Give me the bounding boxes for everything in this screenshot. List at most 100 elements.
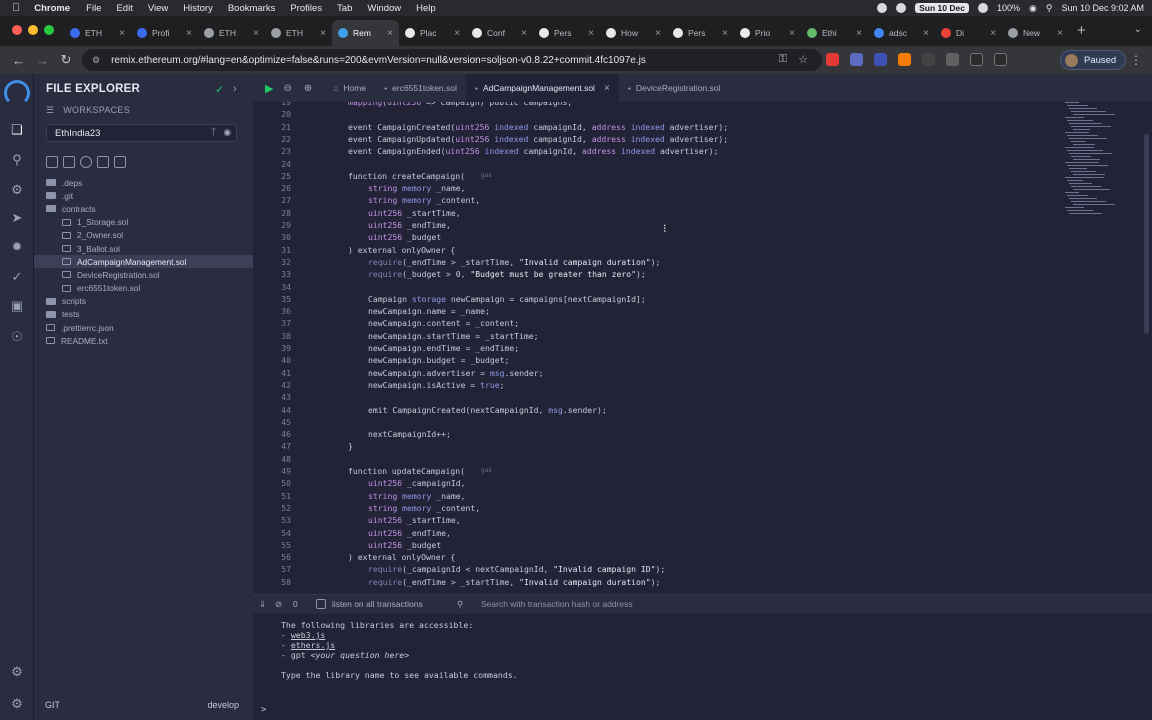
code-line[interactable]: event CampaignEnded(uint256 indexed camp… (348, 145, 718, 157)
code-line[interactable]: uint256 _budget (368, 231, 441, 243)
git-label[interactable]: GIT (45, 700, 60, 710)
wifi-icon[interactable]: ◉ (1029, 3, 1037, 14)
menu-item[interactable]: View (148, 3, 168, 14)
plugin-icon[interactable]: ▣ (9, 298, 25, 314)
code-line[interactable]: newCampaign.isActive = true; (368, 379, 504, 391)
terminal-prompt[interactable]: > (261, 705, 266, 715)
code-line[interactable]: nextCampaignId++; (368, 428, 451, 440)
code-line[interactable]: newCampaign.endTime = _endTime; (368, 342, 519, 354)
minimap[interactable] (1061, 102, 1121, 222)
upload-icon[interactable] (97, 156, 109, 168)
code-line[interactable]: newCampaign.advertiser = msg.sender; (368, 367, 543, 379)
extension-icon[interactable] (922, 53, 935, 66)
apple-icon[interactable]:  (12, 2, 20, 14)
minimize-window-button[interactable] (28, 25, 38, 35)
code-line[interactable]: emit CampaignCreated(nextCampaignId, msg… (368, 404, 607, 416)
close-tab-icon[interactable]: × (1057, 28, 1063, 39)
folder-item[interactable]: .git (34, 189, 253, 202)
file-item[interactable]: AdCampaignManagement.sol (34, 255, 253, 269)
deploy-run-icon[interactable]: ➤ (9, 210, 25, 226)
extension-icon[interactable] (850, 53, 863, 66)
browser-tab[interactable]: Pers × (667, 20, 734, 46)
chrome-menu-icon[interactable]: ⋮ (1130, 53, 1142, 67)
menu-item[interactable]: Bookmarks (228, 3, 276, 14)
close-tab-icon[interactable]: × (119, 28, 125, 39)
browser-tab[interactable]: ETH × (265, 20, 332, 46)
tab-file[interactable]: ⬩ AdCampaignManagement.sol × (465, 74, 619, 102)
collapse-icon[interactable]: ⇓ (259, 599, 266, 610)
code-line[interactable]: ) external onlyOwner { (348, 244, 455, 256)
workspace-select[interactable]: EthIndia23 (46, 124, 237, 142)
browser-tab[interactable]: ETH × (64, 20, 131, 46)
testing-icon[interactable]: ✓ (9, 269, 25, 285)
close-tab-icon[interactable]: × (320, 28, 326, 39)
code-line[interactable]: uint256 _startTime, (368, 207, 461, 219)
folder-item[interactable]: scripts (34, 295, 253, 308)
code-line[interactable]: require(_budget > 0, "Budget must be gre… (368, 268, 646, 280)
zoom-out-icon[interactable]: ⊖ (283, 83, 291, 94)
code-line[interactable]: require(_endTime > _startTime, "Invalid … (368, 576, 660, 588)
close-window-button[interactable] (12, 25, 22, 35)
transaction-search-input[interactable]: Search with transaction hash or address (481, 599, 633, 609)
browser-tab[interactable]: Di × (935, 20, 1002, 46)
url-text[interactable]: remix.ethereum.org/#lang=en&optimize=fal… (111, 55, 646, 66)
new-tab-button[interactable]: + (1077, 22, 1086, 39)
browser-tab[interactable]: Ethi × (801, 20, 868, 46)
code-line[interactable]: event CampaignUpdated(uint256 indexed ca… (348, 133, 728, 145)
menu-item[interactable]: History (183, 3, 213, 14)
browser-tab[interactable]: Plac × (399, 20, 466, 46)
folder-item[interactable]: .deps (34, 176, 253, 189)
tab-file[interactable]: ⬩ DeviceRegistration.sol (619, 74, 730, 102)
settings-icon[interactable]: ◉ (223, 127, 231, 138)
code-line[interactable]: newCampaign.content = _content; (368, 317, 519, 329)
file-item[interactable]: 2_Owner.sol (34, 229, 253, 242)
upload-folder-icon[interactable] (114, 156, 126, 168)
editor-scrollbar[interactable] (1144, 134, 1149, 334)
hamburger-icon[interactable]: ☰ (46, 105, 54, 115)
menu-app-name[interactable]: Chrome (34, 3, 70, 14)
code-area[interactable]: 19 mapping(uint256 => Campaign) public ca… (253, 102, 1063, 594)
browser-tab[interactable]: Pers × (533, 20, 600, 46)
close-tab-icon[interactable]: × (722, 28, 728, 39)
code-line[interactable]: string memory _name, (368, 182, 466, 194)
status-icon[interactable] (877, 3, 888, 13)
run-icon[interactable]: ▶ (265, 82, 273, 95)
close-tab-icon[interactable]: × (990, 28, 996, 39)
metamask-icon[interactable] (898, 53, 911, 66)
search-icon[interactable]: ⚲ (9, 152, 25, 168)
file-item[interactable]: 1_Storage.sol (34, 216, 253, 229)
side-panel-icon[interactable] (994, 53, 1007, 66)
password-key-icon[interactable]: ⚿ (779, 53, 787, 66)
extension-icon[interactable] (826, 53, 839, 66)
browser-tab[interactable]: New × (1002, 20, 1069, 46)
code-line[interactable]: newCampaign.budget = _budget; (368, 354, 509, 366)
branch-name[interactable]: develop (207, 700, 239, 710)
code-line[interactable]: string memory _content, (368, 194, 480, 206)
download-icon[interactable] (970, 53, 983, 66)
file-item[interactable]: erc6551token.sol (34, 282, 253, 295)
code-line[interactable]: string memory _content, (368, 502, 480, 514)
code-line[interactable]: uint256 _budget (368, 539, 441, 551)
github-icon[interactable] (80, 156, 92, 168)
code-line[interactable]: require(_campaignId < nextCampaignId, "I… (368, 563, 665, 575)
browser-tab[interactable]: Prio × (734, 20, 801, 46)
close-tab-icon[interactable]: × (923, 28, 929, 39)
code-line[interactable]: uint256 _startTime, (368, 514, 461, 526)
plugin-manager-icon[interactable]: ⚙ (9, 664, 25, 680)
close-tab-icon[interactable]: × (387, 28, 393, 39)
close-tab-icon[interactable]: × (655, 28, 661, 39)
chevron-right-icon[interactable]: › (233, 83, 237, 95)
code-line[interactable]: event CampaignCreated(uint256 indexed ca… (348, 121, 728, 133)
forward-icon[interactable]: → (36, 53, 49, 68)
code-line[interactable]: ) external onlyOwner { (348, 551, 455, 563)
branch-icon[interactable]: ᛉ (211, 127, 216, 138)
code-line[interactable]: } (348, 440, 353, 452)
menu-item[interactable]: File (86, 3, 101, 14)
close-tab-icon[interactable]: × (521, 28, 527, 39)
file-item[interactable]: README.txt (34, 334, 253, 347)
close-tab-icon[interactable]: × (856, 28, 862, 39)
close-tab-icon[interactable]: × (454, 28, 460, 39)
close-tab-icon[interactable]: × (186, 28, 192, 39)
profile-button[interactable]: Paused (1060, 50, 1127, 70)
menu-item[interactable]: Help (416, 3, 436, 14)
